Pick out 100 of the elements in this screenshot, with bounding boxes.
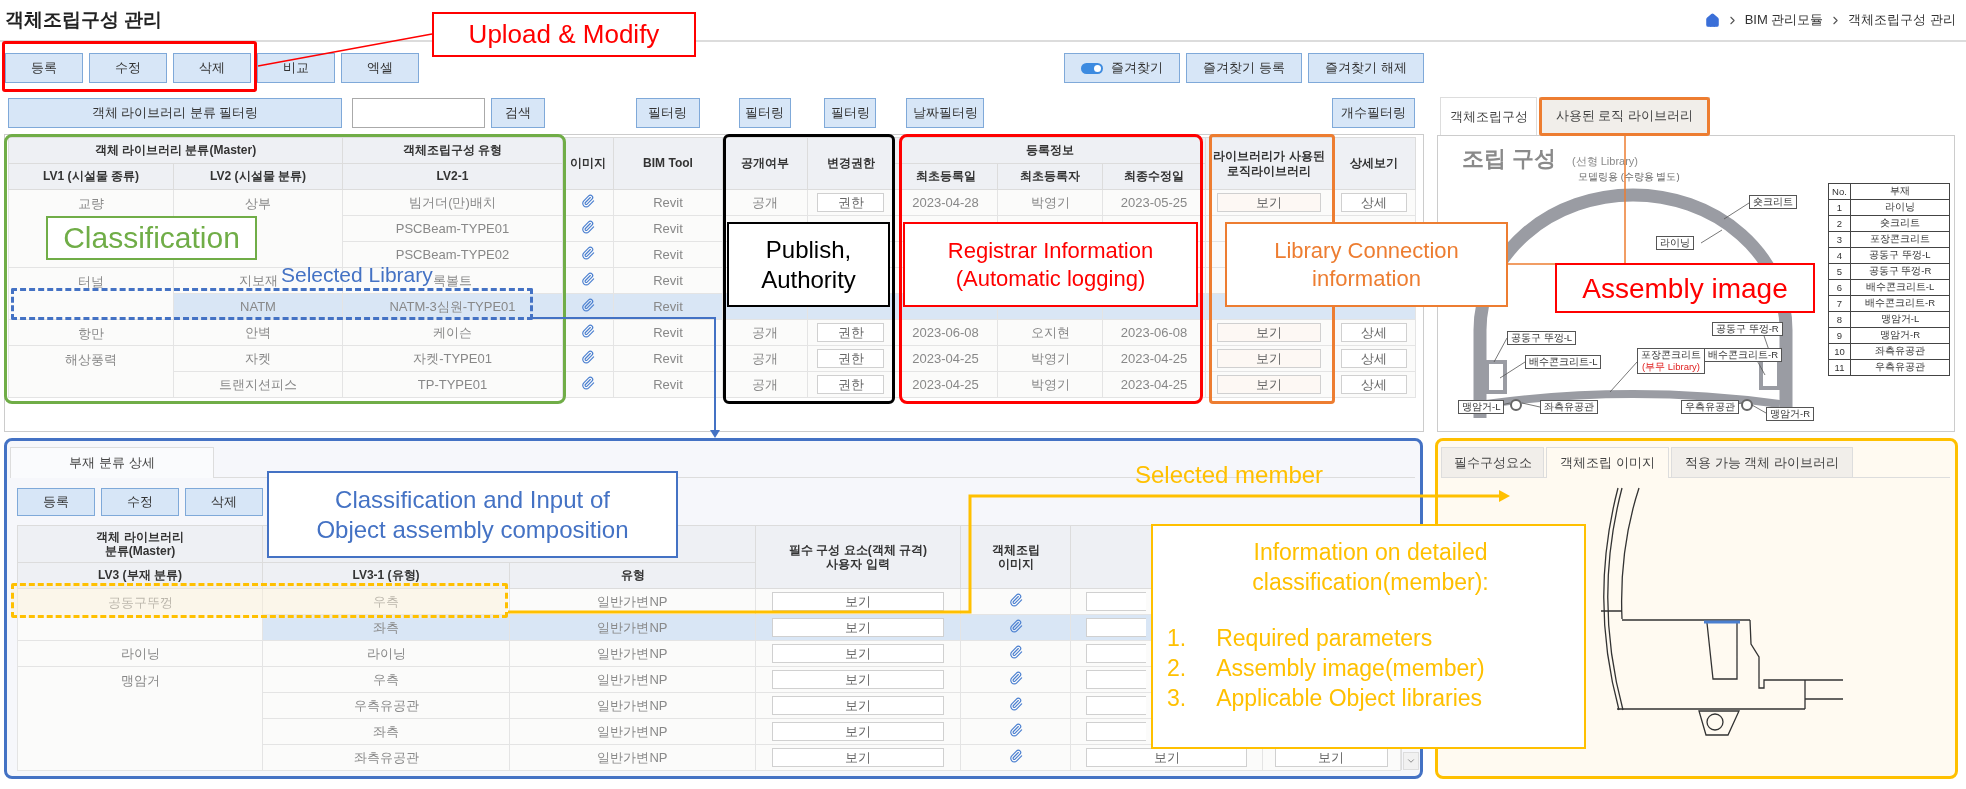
toggle-switch[interactable]: [1081, 62, 1103, 74]
favorites-button[interactable]: 즐겨찾기: [1064, 53, 1180, 83]
table-cell: TP-TYPE01: [342, 371, 563, 398]
table-cell: 라이닝: [17, 640, 263, 667]
view-button[interactable]: 보기: [771, 618, 945, 637]
view-button[interactable]: 보기: [1217, 193, 1321, 212]
table-cell: 4: [1828, 247, 1851, 264]
toolbar-button[interactable]: 즐겨찾기 해제: [1308, 53, 1424, 83]
tab[interactable]: 객체조립구성: [1440, 97, 1537, 135]
column-header: 최초등록자: [997, 163, 1103, 190]
paperclip-icon[interactable]: [581, 246, 595, 260]
table-cell: 박영기: [997, 371, 1103, 398]
filter-button[interactable]: 필터링: [824, 98, 876, 128]
count-filter-button[interactable]: 개수필터링: [1332, 98, 1415, 128]
toolbar-button[interactable]: 등록: [5, 53, 83, 83]
table-cell: 2023-04-25: [893, 371, 998, 398]
paperclip-icon[interactable]: [581, 194, 595, 208]
breadcrumb-item[interactable]: 객체조립구성 관리: [1848, 11, 1956, 29]
input-field[interactable]: [1086, 722, 1146, 742]
toolbar-button[interactable]: 삭제: [185, 488, 263, 516]
authority-button[interactable]: 권한: [816, 323, 885, 342]
paperclip-icon[interactable]: [581, 272, 595, 286]
callout-text: Classification: [46, 216, 257, 260]
tab[interactable]: 적용 가능 객체 라이브러리: [1671, 447, 1853, 478]
column-header: 라이브러리가 사용된 로직라이브러리: [1205, 137, 1333, 190]
paperclip-icon[interactable]: [1008, 749, 1023, 763]
toolbar-button[interactable]: 수정: [89, 53, 167, 83]
table-cell: 우측유공관: [1850, 359, 1950, 376]
toolbar-button[interactable]: 삭제: [173, 53, 251, 83]
paperclip-icon[interactable]: [1008, 671, 1023, 685]
tab[interactable]: 부재 분류 상세: [10, 447, 214, 478]
column-header: 객체 라이브러리 분류(Master): [8, 137, 343, 164]
filter-button[interactable]: 필터링: [738, 98, 791, 128]
table-cell: 배수콘크리트-R: [1850, 295, 1950, 312]
toolbar-button[interactable]: 엑셀: [341, 53, 419, 83]
page-title: 객체조립구성 관리: [5, 8, 163, 32]
tab[interactable]: 객체조립 이미지: [1546, 447, 1669, 478]
category-filter-button[interactable]: 객체 라이브러리 분류 필터링: [8, 98, 342, 128]
table-cell: PSCBeam-TYPE02: [342, 241, 563, 268]
authority-button[interactable]: 권한: [816, 349, 885, 368]
date-filter-button[interactable]: 날짜필터링: [906, 98, 984, 128]
detail-button[interactable]: 상세: [1341, 349, 1407, 368]
paperclip-icon[interactable]: [1008, 723, 1023, 737]
filter-button[interactable]: 필터링: [635, 98, 700, 128]
table-cell: 일반가변NP: [509, 640, 756, 667]
paperclip-icon[interactable]: [1008, 593, 1023, 607]
view-button[interactable]: 보기: [1217, 375, 1321, 394]
list-text: Required parameters: [1216, 623, 1433, 653]
view-button[interactable]: 보기: [771, 696, 945, 715]
table-cell: 항만: [8, 319, 174, 346]
column-header: 객체 라이브러리 분류(Master): [17, 525, 263, 563]
view-button[interactable]: 보기: [1217, 349, 1321, 368]
authority-button[interactable]: 권한: [816, 193, 885, 212]
view-button[interactable]: 보기: [1217, 323, 1321, 342]
authority-button[interactable]: 권한: [816, 375, 885, 394]
view-button[interactable]: 보기: [771, 722, 945, 741]
view-button[interactable]: 보기: [771, 748, 945, 767]
detail-button[interactable]: 상세: [1341, 193, 1407, 212]
toolbar-button[interactable]: 즐겨찾기 등록: [1186, 53, 1302, 83]
paperclip-icon[interactable]: [581, 376, 595, 390]
paperclip-icon[interactable]: [1008, 619, 1023, 633]
table-cell: 자켓-TYPE01: [342, 345, 563, 372]
home-icon[interactable]: [1704, 12, 1720, 28]
search-field[interactable]: [352, 98, 485, 128]
paperclip-icon[interactable]: [1008, 645, 1023, 659]
tab[interactable]: 필수구성요소: [1441, 447, 1544, 478]
input-field[interactable]: [1086, 670, 1146, 690]
view-button[interactable]: 보기: [771, 670, 945, 689]
paperclip-icon[interactable]: [581, 298, 595, 312]
detail-button[interactable]: 상세: [1341, 375, 1407, 394]
table-cell: 좌측: [262, 718, 510, 745]
table-cell: 좌측유공관: [262, 744, 510, 771]
table-cell: 7: [1828, 295, 1851, 312]
toolbar-button[interactable]: 비교: [257, 53, 335, 83]
view-button[interactable]: 보기: [771, 592, 945, 611]
table-cell: Revit: [613, 319, 723, 346]
toolbar-button[interactable]: 등록: [17, 488, 95, 516]
table-cell: 우측: [262, 666, 510, 693]
paperclip-icon[interactable]: [581, 220, 595, 234]
view-button[interactable]: 보기: [1086, 748, 1247, 767]
paperclip-icon[interactable]: [1008, 697, 1023, 711]
search-button[interactable]: 검색: [491, 98, 545, 128]
input-field[interactable]: [1086, 592, 1146, 612]
table-cell: 공동구 뚜껑-R: [1850, 263, 1950, 280]
view-button[interactable]: 보기: [771, 644, 945, 663]
paperclip-icon[interactable]: [581, 350, 595, 364]
table-cell: 2023-04-28: [893, 189, 998, 216]
table-cell: 박영기: [997, 345, 1103, 372]
input-field[interactable]: [1086, 644, 1146, 664]
callout-title: Information on detailed classification(member):: [1251, 538, 1490, 597]
toolbar-button[interactable]: 수정: [101, 488, 179, 516]
breadcrumb-item[interactable]: BIM 관리모듈: [1744, 11, 1824, 29]
input-field[interactable]: [1086, 618, 1146, 638]
table-cell: 2023-04-25: [1102, 371, 1206, 398]
table-cell: Revit: [613, 371, 723, 398]
callout-text: Publish, Authority: [727, 222, 890, 307]
detail-button[interactable]: 상세: [1341, 323, 1407, 342]
input-field[interactable]: [1086, 696, 1146, 716]
table-header-cell: 부재: [1850, 183, 1950, 200]
paperclip-icon[interactable]: [581, 324, 595, 338]
